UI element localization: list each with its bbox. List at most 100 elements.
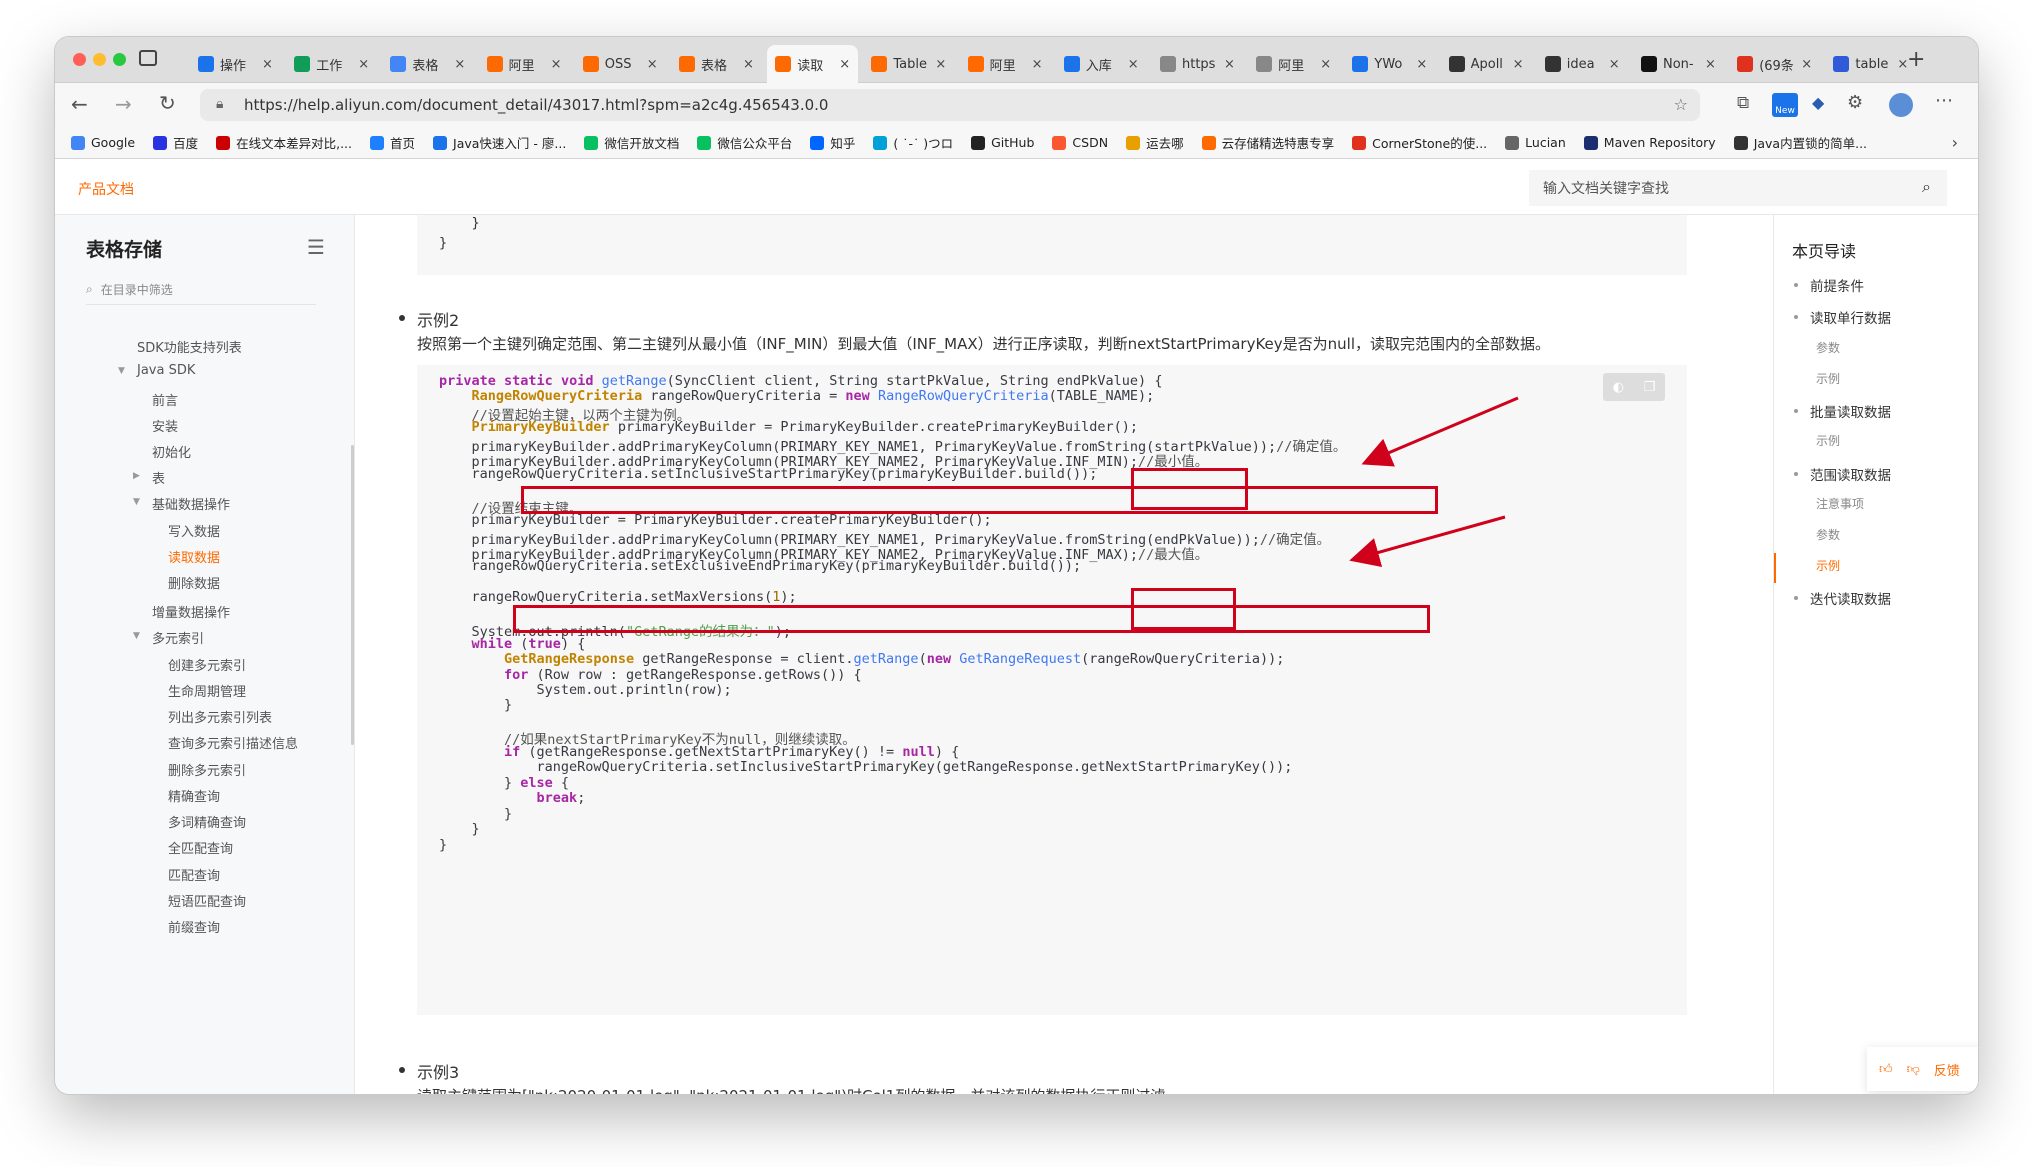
sidebar-item[interactable]: 写入数据 — [168, 521, 220, 540]
close-tab-icon[interactable]: × — [935, 57, 946, 72]
toc-item[interactable]: 范围读取数据 — [1810, 464, 1891, 484]
browser-tab[interactable]: 阿里 × — [479, 45, 570, 83]
browser-tab[interactable]: 表格 × — [671, 45, 762, 83]
close-tab-icon[interactable]: × — [647, 57, 658, 72]
bookmark-item[interactable]: 微信公众平台 — [697, 133, 792, 152]
browser-tab[interactable]: table × — [1825, 45, 1916, 83]
bookmark-item[interactable]: GitHub — [971, 135, 1034, 150]
sidebar-item[interactable]: 查询多元索引描述信息 — [168, 733, 298, 752]
toc-item[interactable]: 示例 — [1816, 370, 1840, 387]
thumbs-up-icon[interactable]: 👍︎ — [1879, 1062, 1893, 1077]
sidebar-item[interactable]: 增量数据操作 — [152, 602, 230, 621]
close-tab-icon[interactable]: × — [358, 57, 369, 72]
bookmarks-overflow-icon[interactable]: › — [1952, 133, 1958, 152]
bookmark-item[interactable]: 在线文本差异对比,... — [216, 133, 352, 152]
bookmark-item[interactable]: 首页 — [370, 133, 415, 152]
close-tab-icon[interactable]: × — [551, 57, 562, 72]
extension-icon[interactable]: ⧉ — [1737, 93, 1749, 113]
caret-down-icon[interactable]: ▼ — [118, 366, 125, 376]
bookmark-item[interactable]: 百度 — [153, 133, 198, 152]
sidebar-item[interactable]: 精确查询 — [168, 786, 220, 805]
sidebar-item[interactable]: 初始化 — [152, 442, 191, 461]
sidebar-item[interactable]: 多词精确查询 — [168, 812, 246, 831]
close-tab-icon[interactable]: × — [1705, 57, 1716, 72]
close-tab-icon[interactable]: × — [1513, 57, 1524, 72]
sidebar-item[interactable]: 短语匹配查询 — [168, 891, 246, 910]
new-tab-button[interactable]: + — [1907, 47, 1925, 72]
toc-item[interactable]: 参数 — [1816, 526, 1840, 543]
bookmark-item[interactable]: 云存储精选特惠专享 — [1201, 133, 1334, 152]
browser-tab[interactable]: https × — [1152, 45, 1243, 83]
browser-tab[interactable]: Table × — [863, 45, 954, 83]
toc-item[interactable]: 示例 — [1816, 557, 1840, 574]
bookmark-item[interactable]: Lucian — [1505, 135, 1566, 150]
browser-tab[interactable]: Apoll × — [1441, 45, 1532, 83]
forward-icon[interactable]: → — [115, 92, 132, 116]
sidebar-item[interactable]: 全匹配查询 — [168, 838, 233, 857]
bookmark-item[interactable]: 微信开放文档 — [584, 133, 679, 152]
close-tab-icon[interactable]: × — [1801, 57, 1812, 72]
toc-item[interactable]: 读取单行数据 — [1810, 307, 1891, 327]
browser-tab[interactable]: idea × — [1537, 45, 1628, 83]
close-tab-icon[interactable]: × — [454, 57, 465, 72]
bookmark-item[interactable]: CornerStone的使... — [1352, 133, 1487, 152]
address-bar[interactable]: 🔒︎ https://help.aliyun.com/document_deta… — [200, 89, 1700, 121]
site-logo[interactable]: 产品文档 — [78, 179, 134, 199]
feedback-button[interactable]: 反馈 — [1934, 1060, 1960, 1079]
browser-tab[interactable]: 读取 × — [767, 45, 859, 83]
sidebar-item[interactable]: 基础数据操作 — [152, 494, 230, 513]
sidebar-item[interactable]: 多元索引 — [152, 628, 204, 647]
browser-tab[interactable]: 阿里 × — [960, 45, 1051, 83]
doc-search-input[interactable]: 输入文档关键字查找 ⌕ — [1529, 170, 1947, 206]
search-icon[interactable]: ⌕ — [1922, 177, 1931, 197]
sidebar-item[interactable]: 列出多元索引列表 — [168, 707, 272, 726]
sidebar-toggle-icon[interactable] — [139, 50, 157, 66]
caret-right-icon[interactable]: ▶ — [133, 471, 140, 481]
sidebar-item[interactable]: 删除数据 — [168, 573, 220, 592]
sidebar-item[interactable]: SDK功能支持列表 — [137, 337, 242, 356]
sidebar-filter-input[interactable]: ⌕ 在目录中筛选 — [86, 275, 316, 305]
close-tab-icon[interactable]: × — [839, 57, 850, 72]
profile-avatar[interactable] — [1889, 93, 1913, 117]
bookmark-item[interactable]: 知乎 — [810, 133, 855, 152]
caret-down-icon[interactable]: ▼ — [133, 631, 140, 641]
bookmark-item[interactable]: Google — [71, 135, 135, 150]
more-menu-icon[interactable]: ⋯ — [1935, 90, 1953, 111]
sidebar-item[interactable]: 读取数据 — [168, 547, 220, 566]
minimize-window-button[interactable] — [93, 53, 106, 66]
browser-tab[interactable]: YWo × — [1344, 45, 1435, 83]
browser-tab[interactable]: 工作 × — [286, 45, 377, 83]
close-tab-icon[interactable]: × — [262, 57, 273, 72]
close-tab-icon[interactable]: × — [1032, 57, 1043, 72]
bookmark-item[interactable]: Java内置锁的简单... — [1733, 133, 1867, 152]
sidebar-item[interactable]: 生命周期管理 — [168, 681, 246, 700]
close-tab-icon[interactable]: × — [1128, 57, 1139, 72]
new-extension-icon[interactable]: New — [1772, 93, 1798, 117]
close-tab-icon[interactable]: × — [1416, 57, 1427, 72]
toc-item[interactable]: 迭代读取数据 — [1810, 588, 1891, 608]
toc-item[interactable]: 注意事项 — [1816, 495, 1864, 512]
toc-item[interactable]: 前提条件 — [1810, 275, 1864, 295]
bookmark-item[interactable]: 运去哪 — [1126, 133, 1184, 152]
bookmark-item[interactable]: Maven Repository — [1583, 135, 1716, 150]
bookmark-item[interactable]: CSDN — [1052, 135, 1108, 150]
browser-tab[interactable]: OSS × — [575, 45, 666, 83]
browser-tab[interactable]: 阿里 × — [1248, 45, 1339, 83]
sidebar-item[interactable]: 创建多元索引 — [168, 655, 246, 674]
browser-tab[interactable]: (69条 × — [1729, 45, 1820, 83]
caret-down-icon[interactable]: ▼ — [133, 497, 140, 507]
browser-tab[interactable]: 操作 × — [190, 45, 281, 83]
toc-item[interactable]: 示例 — [1816, 432, 1840, 449]
back-icon[interactable]: ← — [71, 92, 88, 116]
browser-tab[interactable]: Non- × — [1633, 45, 1724, 83]
sidebar-item[interactable]: 表 — [152, 468, 165, 487]
reload-icon[interactable]: ↻ — [159, 91, 176, 115]
toc-item[interactable]: 参数 — [1816, 339, 1840, 356]
toc-item[interactable]: 批量读取数据 — [1810, 401, 1891, 421]
translate-icon[interactable]: ◆ — [1812, 93, 1824, 112]
close-tab-icon[interactable]: × — [1609, 57, 1620, 72]
bookmark-item[interactable]: Java快速入门 - 廖... — [433, 133, 566, 152]
sidebar-item[interactable]: Java SDK — [137, 363, 195, 378]
bookmark-item[interactable]: ( ˙-˙ )つロ — [873, 133, 953, 152]
browser-tab[interactable]: 入库 × — [1056, 45, 1147, 83]
